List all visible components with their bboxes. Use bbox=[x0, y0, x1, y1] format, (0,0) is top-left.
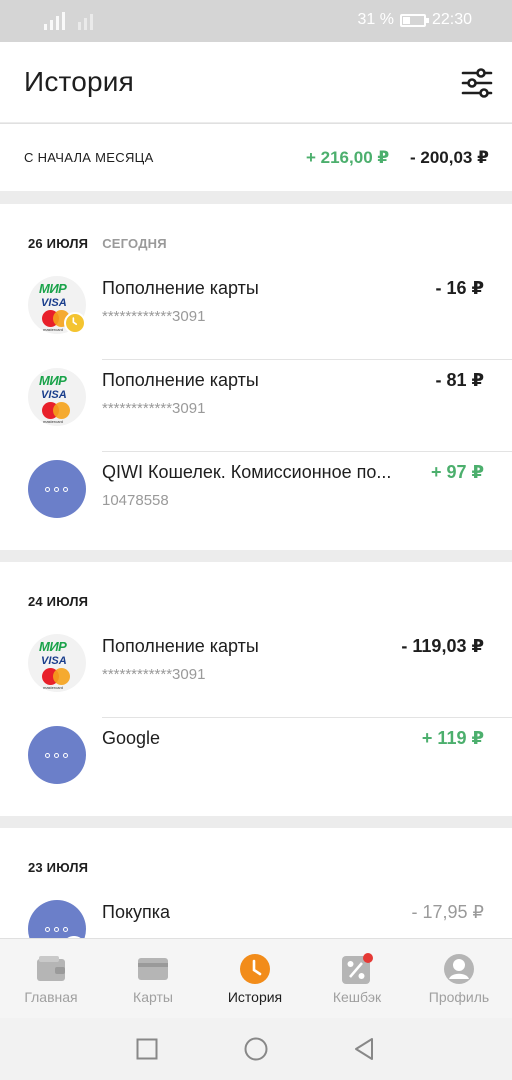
mir-visa-mastercard-logo: МИР VISA mastercard bbox=[28, 276, 86, 334]
nav-label: Профиль bbox=[428, 989, 490, 1005]
transaction-amount: - 81 ₽ bbox=[435, 370, 484, 390]
signal-icon bbox=[44, 12, 93, 30]
percent-icon bbox=[342, 953, 373, 984]
nav-label: Кешбэк bbox=[332, 989, 382, 1005]
battery-icon bbox=[399, 13, 429, 27]
transaction-amount: - 119,03 ₽ bbox=[401, 636, 484, 656]
nav-item-home[interactable]: Главная bbox=[0, 939, 102, 1019]
nav-item-cards[interactable]: Карты bbox=[102, 939, 204, 1019]
nav-item-profile[interactable]: Профиль bbox=[408, 939, 510, 1019]
transaction-row[interactable]: МИР VISA mastercard Пополнение карты ****… bbox=[0, 360, 512, 452]
transaction-sub: ************3091 bbox=[102, 308, 206, 325]
wallet-icon bbox=[37, 956, 65, 981]
summary-expense: - 200,03 ₽ bbox=[410, 148, 489, 167]
transaction-name: Пополнение карты bbox=[102, 636, 259, 656]
transaction-name: Покупка bbox=[102, 902, 171, 922]
filter-sliders-icon[interactable] bbox=[460, 66, 494, 100]
system-navigation-bar bbox=[0, 1018, 512, 1080]
transaction-amount: + 97 ₽ bbox=[430, 462, 484, 482]
transaction-name: Google bbox=[102, 728, 161, 748]
bottom-navigation: Главная Карты История Кешбэк Профиль bbox=[0, 938, 512, 1018]
transaction-group: 24 ИЮЛЯ МИР VISA mastercard Пополнение ка… bbox=[0, 562, 512, 816]
transaction-group: 26 ИЮЛЯ СЕГОДНЯ МИР VISA mastercard Пополн… bbox=[0, 204, 512, 550]
group-date: 24 ИЮЛЯ bbox=[28, 594, 89, 609]
clock-time: 22:30 bbox=[431, 11, 472, 28]
back-icon[interactable] bbox=[352, 1037, 376, 1061]
transaction-amount: - 16 ₽ bbox=[435, 278, 484, 298]
notification-badge bbox=[363, 953, 373, 963]
today-label: СЕГОДНЯ bbox=[102, 236, 167, 251]
recents-icon[interactable] bbox=[136, 1038, 158, 1060]
nav-item-history[interactable]: История bbox=[204, 939, 306, 1019]
home-icon[interactable] bbox=[244, 1037, 268, 1061]
dots-icon bbox=[28, 726, 86, 784]
transaction-group: 23 ИЮЛЯ Покупка - 17,95 ₽ bbox=[0, 828, 512, 938]
mir-visa-mastercard-logo: МИР VISA mastercard bbox=[28, 634, 86, 692]
nav-label: История bbox=[227, 989, 283, 1005]
transaction-row[interactable]: QIWI Кошелек. Комиссионное по... 1047855… bbox=[0, 452, 512, 544]
transaction-row[interactable]: МИР VISA mastercard Пополнение карты ****… bbox=[0, 268, 512, 360]
summary-label: С НАЧАЛА МЕСЯЦА bbox=[24, 150, 154, 165]
transaction-name: Пополнение карты bbox=[102, 278, 259, 298]
nav-label: Главная bbox=[24, 989, 78, 1005]
transaction-row[interactable]: МИР VISA mastercard Пополнение карты ****… bbox=[0, 626, 512, 718]
nav-label: Карты bbox=[133, 989, 173, 1005]
transaction-name: QIWI Кошелек. Комиссионное по... bbox=[102, 462, 392, 482]
clock-icon bbox=[64, 312, 86, 334]
mir-visa-mastercard-logo: МИР VISA mastercard bbox=[28, 368, 86, 426]
page-title: История bbox=[24, 66, 134, 97]
nav-item-cashback[interactable]: Кешбэк bbox=[306, 939, 408, 1019]
dots-icon bbox=[28, 460, 86, 518]
transaction-amount: - 17,95 ₽ bbox=[411, 902, 485, 922]
battery-percent: 31 % bbox=[357, 11, 394, 28]
group-date: 26 ИЮЛЯ СЕГОДНЯ bbox=[28, 236, 167, 251]
transaction-amount: + 119 ₽ bbox=[421, 728, 484, 748]
dots-icon bbox=[28, 900, 86, 938]
card-icon bbox=[138, 958, 168, 980]
transaction-sub: ************3091 bbox=[102, 400, 206, 417]
transaction-sub: ************3091 bbox=[102, 666, 206, 683]
transaction-name: Пополнение карты bbox=[102, 370, 259, 390]
month-summary: С НАЧАЛА МЕСЯЦА + 216,00 ₽ - 200,03 ₽ bbox=[0, 123, 512, 191]
transaction-row[interactable]: Google + 119 ₽ bbox=[0, 718, 512, 810]
clock-icon bbox=[240, 954, 270, 984]
transaction-sub: 10478558 bbox=[102, 492, 169, 509]
group-date: 23 ИЮЛЯ bbox=[28, 860, 89, 875]
profile-icon bbox=[444, 954, 474, 984]
status-bar: 31 % 22:30 bbox=[0, 0, 512, 42]
transaction-row[interactable]: Покупка - 17,95 ₽ bbox=[0, 892, 512, 938]
app-header: История bbox=[0, 42, 512, 122]
summary-income: + 216,00 ₽ bbox=[306, 148, 390, 167]
